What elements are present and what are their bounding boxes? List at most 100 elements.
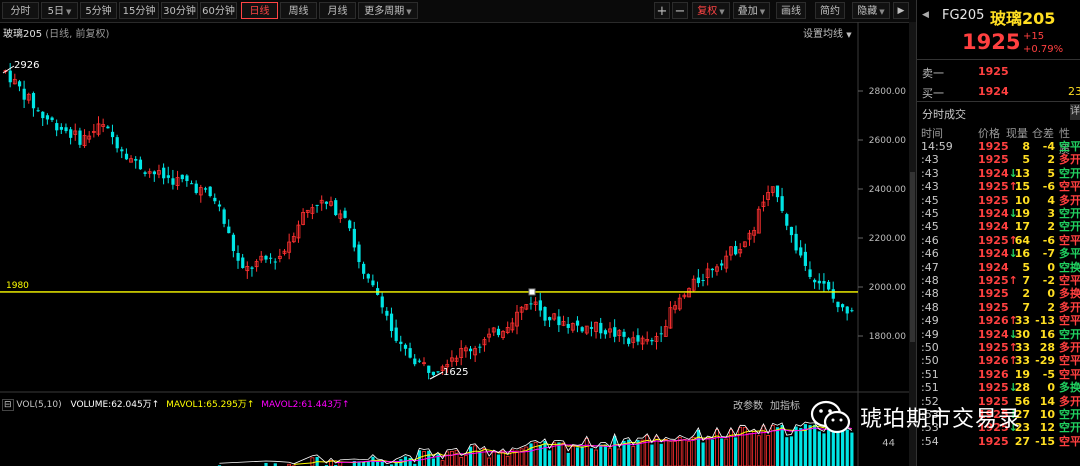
tick-volume: 5 [1022, 153, 1030, 167]
candle-body [613, 327, 617, 337]
tick-time: :46 [921, 247, 939, 261]
candle-body [822, 281, 826, 284]
candle-body [324, 201, 329, 204]
volume-bar [640, 439, 645, 466]
tick-nature: 多开 [1059, 153, 1080, 167]
candle-body [701, 280, 705, 282]
candle-body [813, 279, 817, 283]
candle-body [808, 269, 812, 277]
vol-indicator-name: VOL(5,10) [16, 400, 62, 410]
tick-time: :43 [921, 153, 939, 167]
candle-body [720, 263, 724, 266]
candle-body [413, 358, 417, 365]
volume-axis-tick: 44 [882, 438, 895, 449]
volume-bar [505, 455, 510, 466]
volume-bar [761, 425, 766, 466]
change-param-button[interactable]: 改参数 [733, 397, 763, 412]
tick-volume: 10 [1014, 193, 1030, 207]
candle-body [315, 204, 319, 206]
candle-body [850, 310, 854, 312]
volume-bar [841, 431, 845, 466]
candle-body [222, 209, 226, 224]
chart-scrollbar[interactable] [909, 22, 916, 466]
tick-volume: 13 [1014, 166, 1030, 180]
volume-bar [687, 440, 691, 466]
candle-body [348, 220, 352, 229]
divider [916, 101, 1080, 102]
volume-indicator-button[interactable]: ⊟ [2, 399, 14, 411]
volume-bar [799, 428, 803, 466]
volume-bar [850, 432, 854, 466]
tick-nature: 空开 [1059, 220, 1080, 234]
candle-body [213, 197, 217, 202]
triangle-left-icon[interactable]: ◀ [922, 10, 929, 20]
volume-bar [440, 460, 445, 466]
candle-body [427, 365, 431, 373]
tick-time: :49 [921, 327, 939, 341]
candle-body [343, 210, 347, 218]
candle-body [799, 247, 803, 256]
volume-bar [561, 442, 566, 466]
volume-bar [752, 430, 757, 466]
candle-body [622, 331, 626, 337]
candle-body [269, 257, 273, 259]
candle-body [803, 251, 807, 266]
tick-nature: 空平 [1059, 354, 1080, 368]
volume-bar [691, 436, 696, 466]
detail-button[interactable]: 详 [1070, 104, 1080, 120]
tick-time: :50 [921, 341, 939, 354]
candle-body [431, 371, 435, 376]
add-indicator-button[interactable]: 加指标 [770, 397, 800, 412]
tick-time: :45 [921, 220, 939, 234]
tick-volume: 8 [1022, 140, 1030, 153]
candles [3, 63, 854, 380]
tick-volume: 33 [1014, 314, 1030, 328]
tick-volume: 28 [1014, 381, 1030, 395]
tick-oi: 10 [1039, 408, 1055, 421]
tick-nature: 多开 [1059, 193, 1080, 207]
candle-body [55, 123, 59, 131]
volume-bar [469, 446, 473, 466]
tick-oi: -13 [1035, 314, 1055, 328]
y-tick-label: 2200.00 [869, 234, 906, 244]
candle-body [575, 320, 580, 326]
y-tick-label: 2000.00 [869, 283, 906, 293]
candle-body [236, 253, 240, 261]
volume-bar [478, 451, 482, 466]
candle-body [166, 175, 170, 178]
candle-body [352, 228, 356, 248]
wechat-icon [810, 400, 851, 434]
tick-volume: 7 [1022, 274, 1030, 287]
volume-bar [668, 440, 673, 466]
volume-bar [603, 444, 608, 466]
volume-bar [734, 437, 738, 466]
header-volume: 现量 [1006, 127, 1028, 140]
scrollbar-thumb[interactable] [910, 172, 915, 342]
candle-body [171, 178, 175, 185]
arrow-up-icon: ↑ [246, 400, 255, 410]
change-percent: +0.79% [1023, 44, 1064, 55]
volume-bar [408, 457, 412, 466]
candle-body [627, 338, 631, 344]
candle-body [106, 126, 110, 129]
volume-bar [548, 450, 552, 466]
candle-body [273, 261, 277, 263]
tick-volume: 64 [1014, 233, 1030, 247]
tick-volume: 19 [1014, 367, 1030, 381]
volume-bar [677, 436, 682, 466]
tick-nature: 多开 [1059, 394, 1080, 408]
candle-body [115, 137, 119, 149]
tick-oi: 12 [1039, 421, 1055, 435]
tick-oi: 0 [1047, 287, 1055, 301]
ask-price: 1925 [978, 65, 1009, 78]
candle-body [17, 81, 22, 87]
y-tick-label: 2800.00 [869, 87, 906, 97]
candle-body [780, 196, 784, 211]
volume-bars [217, 419, 854, 466]
volume-bar [775, 427, 780, 466]
tick-time: 14:59 [921, 140, 953, 153]
candle-body [403, 344, 408, 349]
tick-oi: -5 [1042, 367, 1055, 381]
contract-code: FG205 [942, 8, 985, 23]
header-time: 时间 [921, 127, 943, 140]
